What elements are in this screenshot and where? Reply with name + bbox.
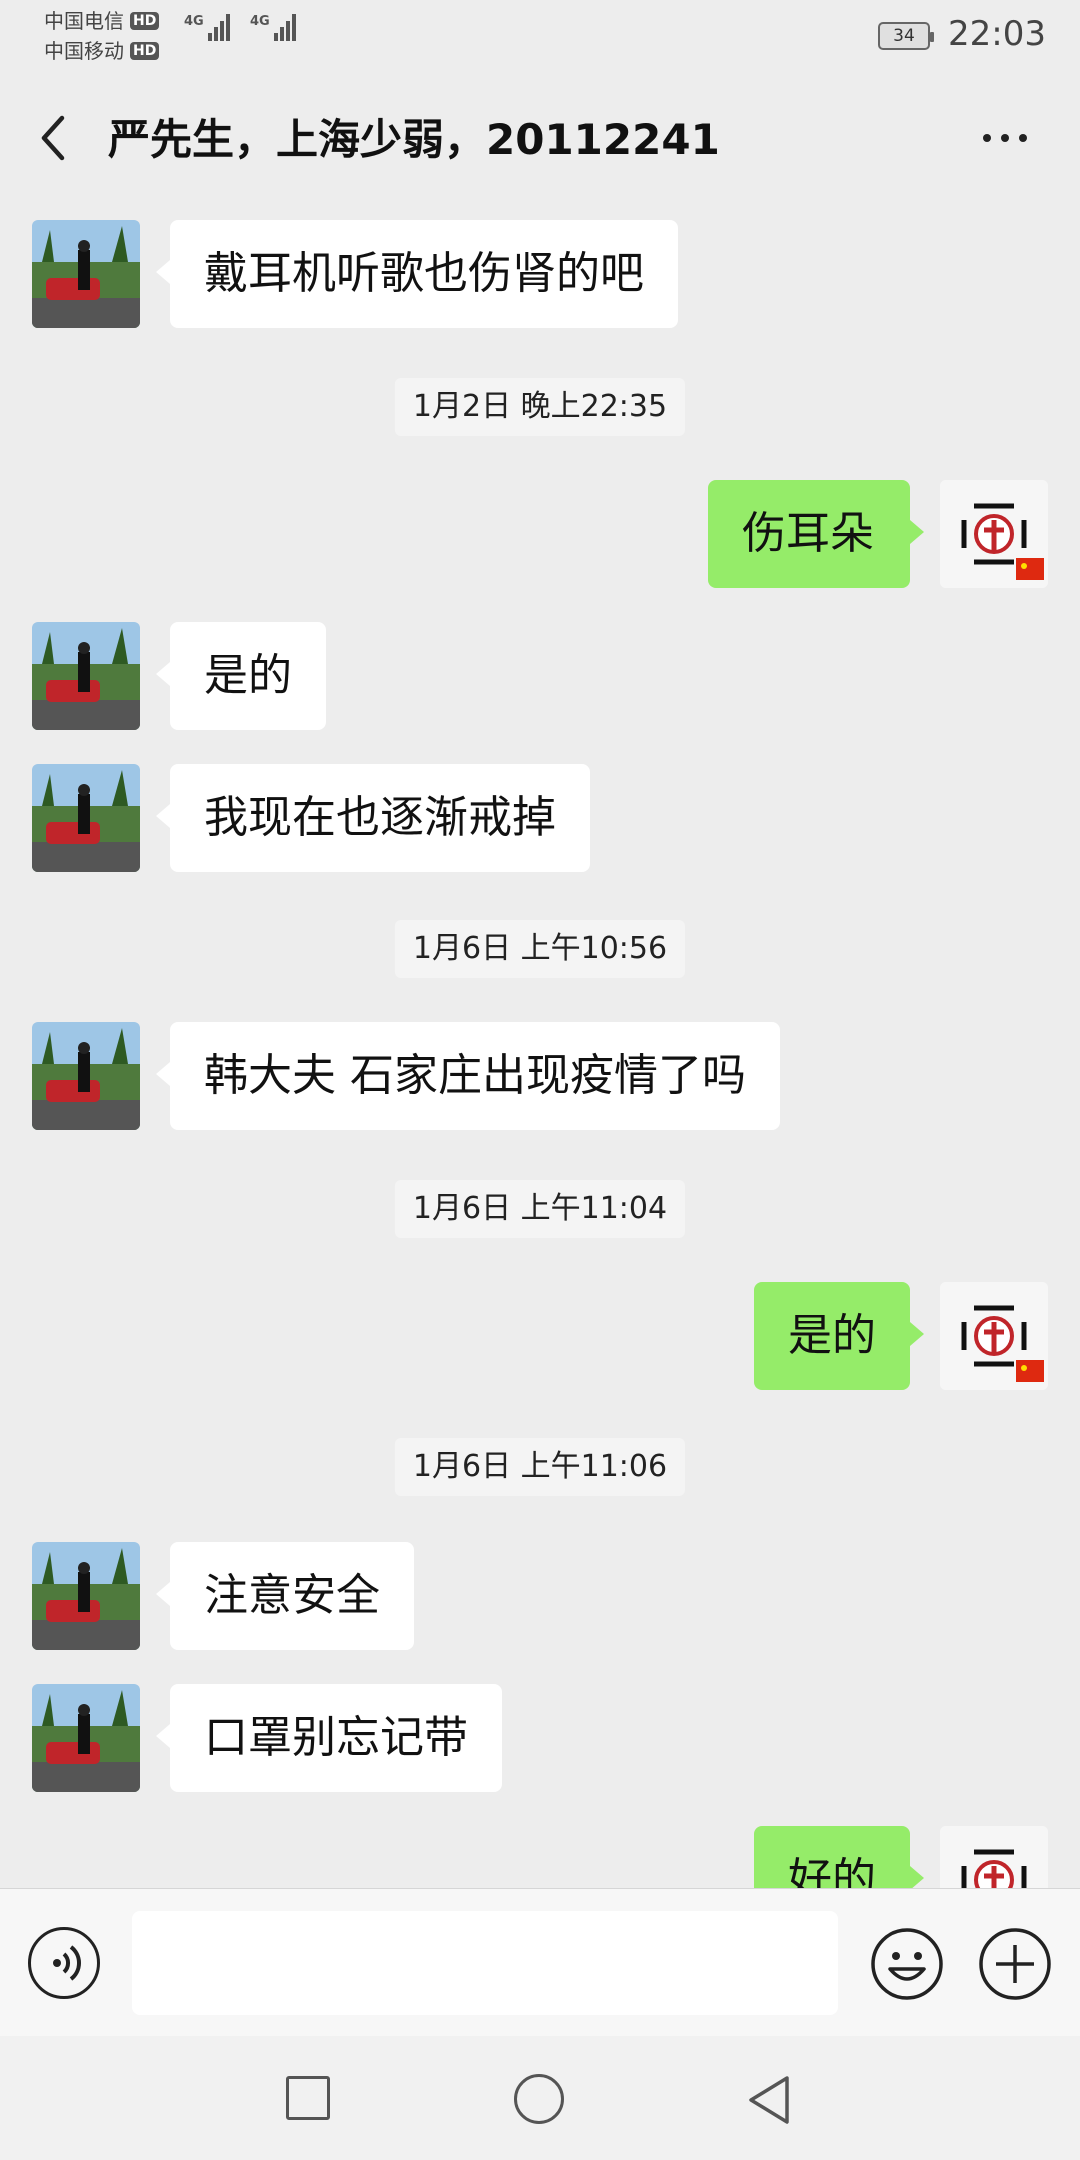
home-button[interactable] [514,2074,564,2124]
hd-badge-1: HD [130,12,160,30]
timestamp: 1月6日 上午11:06 [394,1438,686,1496]
clock: 22:03 [948,14,1046,54]
message-bubble-incoming[interactable]: 韩大夫 石家庄出现疫情了吗 [156,1022,780,1130]
carrier-info: 中国电信 HD 中国移动 HD [44,6,160,66]
message-bubble-incoming[interactable]: 口罩别忘记带 [156,1684,502,1792]
timestamp: 1月6日 上午10:56 [394,920,686,978]
timestamp: 1月2日 晚上22:35 [394,378,686,436]
system-back-button[interactable] [745,2074,793,2126]
message-bubble-outgoing[interactable]: 伤耳朵 [708,480,924,588]
triangle-back-icon [749,2076,789,2124]
voice-button[interactable] [28,1927,100,1999]
voice-icon [53,1945,81,1981]
message-bubble-incoming[interactable]: 我现在也逐渐戒掉 [156,764,590,872]
chat-title: 严先生，上海少弱，20112241 [108,115,720,164]
signal-2-icon: 4G [250,14,296,41]
battery-level: 34 [893,26,915,46]
carrier-2: 中国移动 [44,39,124,63]
timestamp: 1月6日 上午11:04 [394,1180,686,1238]
chat-header: 严先生，上海少弱，20112241 [0,70,1080,206]
contact-avatar[interactable] [32,220,140,328]
more-actions-button[interactable] [978,1927,1052,2001]
more-button[interactable] [970,110,1040,166]
emoji-icon [871,1928,943,2000]
plus-icon [979,1928,1051,2000]
message-bubble-incoming[interactable]: 戴耳机听歌也伤肾的吧 [156,220,678,328]
contact-avatar[interactable] [32,622,140,730]
input-bar [0,1888,1080,2037]
contact-avatar[interactable] [32,1542,140,1650]
message-bubble-outgoing[interactable]: 是的 [754,1282,924,1390]
system-nav-bar [0,2036,1080,2160]
emoji-button[interactable] [870,1927,944,2001]
message-bubble-incoming[interactable]: 是的 [156,622,326,730]
hd-badge-2: HD [130,42,160,60]
recents-button[interactable] [286,2076,330,2120]
chevron-left-icon [41,115,65,161]
battery-icon: 34 [878,22,934,50]
message-bubble-incoming[interactable]: 注意安全 [156,1542,414,1650]
carrier-1: 中国电信 [44,9,124,33]
contact-avatar[interactable] [32,764,140,872]
message-input[interactable] [132,1911,838,2015]
my-avatar[interactable] [940,1282,1048,1390]
status-bar: 中国电信 HD 中国移动 HD 4G 4G 34 22:03 [0,0,1080,70]
signal-1-icon: 4G [184,14,230,41]
contact-avatar[interactable] [32,1022,140,1130]
back-button[interactable] [30,110,80,166]
my-avatar[interactable] [940,480,1048,588]
more-dots-icon [983,134,991,142]
contact-avatar[interactable] [32,1684,140,1792]
